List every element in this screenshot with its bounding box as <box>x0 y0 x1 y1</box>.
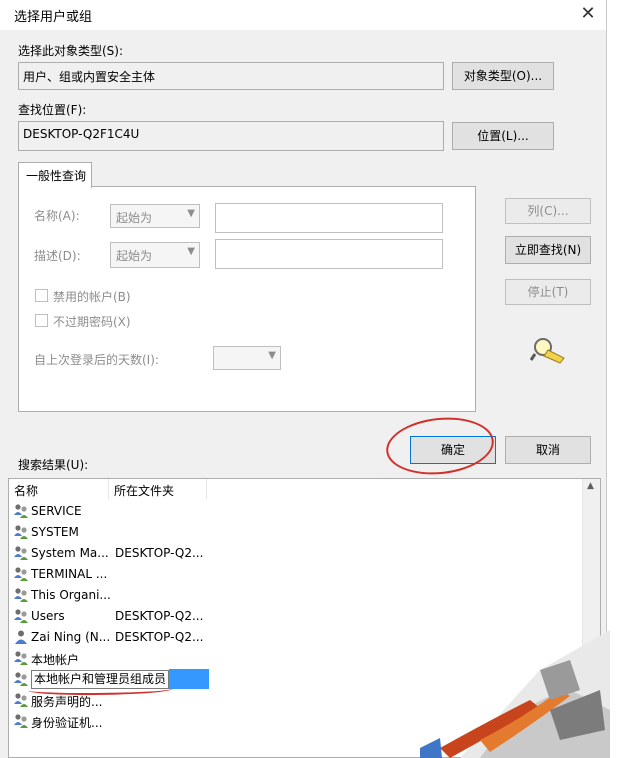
search-results-label: 搜索结果(U): <box>18 458 89 472</box>
description-mode-value: 起始为 <box>116 249 153 263</box>
columns-button[interactable]: 列(C)... <box>505 198 591 224</box>
group-icon <box>14 546 28 560</box>
row-folder: DESKTOP-Q2... <box>115 630 204 644</box>
group-icon <box>14 567 28 581</box>
row-name: 服务声明的... <box>31 695 103 709</box>
days-since-logon-label: 自上次登录后的天数(I): <box>34 353 159 367</box>
row-name: This Organi... <box>31 588 111 602</box>
desktop-background-image <box>420 630 610 758</box>
location-label: 查找位置(F): <box>18 103 87 117</box>
group-icon <box>14 609 28 623</box>
disabled-accounts-label: 禁用的帐户(B) <box>53 290 131 304</box>
row-name: Zai Ning (N... <box>31 630 111 644</box>
object-type-label: 选择此对象类型(S): <box>18 44 124 58</box>
tab-common-queries[interactable]: 一般性查询 <box>18 162 92 188</box>
name-label: 名称(A): <box>34 209 80 223</box>
row-name: System Ma... <box>31 546 109 560</box>
name-mode-value: 起始为 <box>116 211 153 225</box>
list-item[interactable]: SERVICE <box>11 501 531 522</box>
list-item[interactable]: TERMINAL ... <box>11 564 531 585</box>
column-header-name[interactable]: 名称 <box>9 479 109 499</box>
user-icon <box>15 630 27 644</box>
list-item[interactable]: This Organi... <box>11 585 531 606</box>
list-item[interactable]: Users DESKTOP-Q2... <box>11 606 531 627</box>
disabled-accounts-checkbox[interactable] <box>35 289 48 302</box>
row-name: Users <box>31 609 65 623</box>
object-types-button[interactable]: 对象类型(O)... <box>452 62 554 90</box>
days-since-logon-select[interactable]: ▼ <box>213 346 281 370</box>
description-input[interactable] <box>215 239 443 269</box>
row-name: SYSTEM <box>31 525 79 539</box>
row-name: 身份验证机... <box>31 716 103 730</box>
column-header-folder[interactable]: 所在文件夹 <box>109 479 207 499</box>
description-label: 描述(D): <box>34 249 81 263</box>
search-magnifier-icon <box>530 338 565 364</box>
row-name: TERMINAL ... <box>31 567 108 581</box>
title-bar: 选择用户或组 ✕ <box>0 0 606 30</box>
name-mode-select[interactable]: 起始为 ▼ <box>110 204 200 228</box>
cancel-button[interactable]: 取消 <box>505 436 591 464</box>
row-folder: DESKTOP-Q2... <box>115 546 204 560</box>
group-icon <box>14 525 28 539</box>
location-field: DESKTOP-Q2F1C4U <box>18 121 444 151</box>
non-expiring-password-label: 不过期密码(X) <box>53 315 131 329</box>
row-folder: DESKTOP-Q2... <box>115 609 204 623</box>
locations-button[interactable]: 位置(L)... <box>452 122 554 150</box>
group-icon <box>14 504 28 518</box>
group-icon <box>14 651 28 665</box>
window-title: 选择用户或组 <box>14 10 93 25</box>
group-icon <box>14 693 28 707</box>
chevron-down-icon: ▼ <box>187 246 195 257</box>
selection-highlight <box>169 669 209 689</box>
close-icon[interactable]: ✕ <box>571 0 605 30</box>
scroll-up-icon[interactable]: ▲ <box>587 481 594 491</box>
description-mode-select[interactable]: 起始为 ▼ <box>110 242 200 268</box>
list-item[interactable]: System Ma... DESKTOP-Q2... <box>11 543 531 564</box>
group-icon <box>14 672 28 686</box>
chevron-down-icon: ▼ <box>187 208 195 219</box>
stop-button[interactable]: 停止(T) <box>505 279 591 305</box>
group-icon <box>14 588 28 602</box>
common-queries-panel: 名称(A): 起始为 ▼ 描述(D): 起始为 ▼ 禁用的帐户(B) 不过期密码… <box>18 186 476 412</box>
name-input[interactable] <box>215 203 443 233</box>
row-name: SERVICE <box>31 504 82 518</box>
chevron-down-icon: ▼ <box>268 350 276 361</box>
list-item[interactable]: SYSTEM <box>11 522 531 543</box>
non-expiring-password-checkbox[interactable] <box>35 314 48 327</box>
group-icon <box>14 714 28 728</box>
row-name: 本地帐户 <box>31 653 80 667</box>
object-type-field: 用户、组或内置安全主体 <box>18 62 444 90</box>
find-now-button[interactable]: 立即查找(N) <box>505 236 591 264</box>
